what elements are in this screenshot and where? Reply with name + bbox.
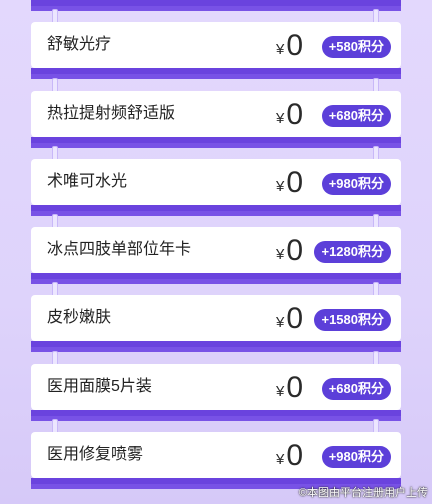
card-band <box>31 341 401 353</box>
item-card[interactable]: 冰点四肢单部位年卡 ¥0 +1280积分 <box>31 227 401 274</box>
item-name: 舒敏光疗 <box>47 36 112 54</box>
item-name: 热拉提射频舒适版 <box>47 104 176 122</box>
list-item[interactable]: 医用面膜5片装 ¥0 +680积分 <box>0 350 432 421</box>
item-name: 医用面膜5片装 <box>47 377 152 395</box>
item-price: ¥0 <box>275 234 303 268</box>
list-item[interactable]: 医用修复喷雾 ¥0 +980积分 <box>0 419 432 490</box>
points-badge: +680积分 <box>321 104 391 127</box>
points-badge: +1280积分 <box>314 241 391 264</box>
card-band <box>31 204 401 216</box>
item-name: 冰点四肢单部位年卡 <box>47 241 192 259</box>
card-band <box>31 273 401 285</box>
list-item[interactable]: 热拉提射频舒适版 ¥0 +680积分 <box>0 77 432 148</box>
item-card[interactable]: 热拉提射频舒适版 ¥0 +680积分 <box>31 90 401 137</box>
item-card[interactable]: 医用修复喷雾 ¥0 +980积分 <box>31 432 401 479</box>
watermark: ©本图由平台注册用户上传 <box>298 487 428 499</box>
item-card[interactable]: 舒敏光疗 ¥0 +580积分 <box>31 22 401 69</box>
item-card[interactable]: 医用面膜5片装 ¥0 +680积分 <box>31 363 401 410</box>
list-item[interactable]: 冰点四肢单部位年卡 ¥0 +1280积分 <box>0 214 432 285</box>
points-badge: +1580积分 <box>314 309 391 332</box>
item-card[interactable]: 皮秒嫩肤 ¥0 +1580积分 <box>31 295 401 342</box>
item-name: 术唯可水光 <box>47 172 128 190</box>
item-price: ¥0 <box>275 97 303 131</box>
card-band <box>31 0 401 11</box>
item-price: ¥0 <box>275 370 303 404</box>
reward-list: 舒敏光疗 ¥0 +580积分 热拉提射频舒适版 ¥0 +680积分 术唯可水光 … <box>0 0 432 490</box>
points-badge: +980积分 <box>321 446 391 469</box>
list-item[interactable]: 皮秒嫩肤 ¥0 +1580积分 <box>0 282 432 353</box>
item-name: 皮秒嫩肤 <box>47 309 112 327</box>
card-band <box>31 68 401 80</box>
list-item[interactable]: 术唯可水光 ¥0 +980积分 <box>0 145 432 216</box>
item-price: ¥0 <box>275 439 303 473</box>
points-badge: +580积分 <box>321 36 391 59</box>
points-badge: +680积分 <box>321 377 391 400</box>
card-band <box>31 409 401 421</box>
item-price: ¥0 <box>275 29 303 63</box>
item-card[interactable]: 术唯可水光 ¥0 +980积分 <box>31 158 401 205</box>
list-item[interactable]: 舒敏光疗 ¥0 +580积分 <box>0 9 432 80</box>
card-band <box>31 136 401 148</box>
points-badge: +980积分 <box>321 172 391 195</box>
item-price: ¥0 <box>275 165 303 199</box>
item-name: 医用修复喷雾 <box>47 446 144 464</box>
item-price: ¥0 <box>275 302 303 336</box>
list-item[interactable] <box>0 0 432 11</box>
